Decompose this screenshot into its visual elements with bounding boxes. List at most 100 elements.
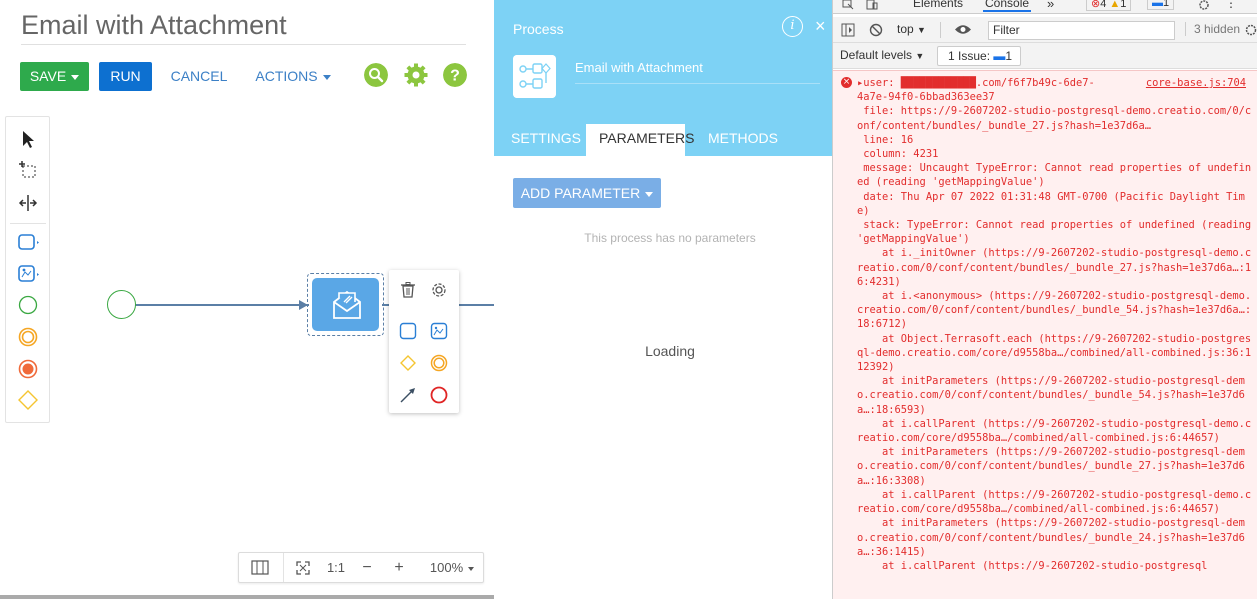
- send-email-task[interactable]: [307, 273, 384, 336]
- end-event-shape-icon[interactable]: [429, 385, 449, 405]
- eye-icon[interactable]: [954, 23, 972, 36]
- start-event[interactable]: [107, 290, 136, 319]
- error-icon: ×: [841, 77, 852, 88]
- info-counter[interactable]: ▬1: [1147, 0, 1175, 10]
- stack-frame[interactable]: at i.callParent (https://9-2607202-studi…: [857, 488, 1252, 516]
- warning-icon: ▲: [1109, 0, 1121, 10]
- toolbox-divider: [10, 223, 46, 224]
- subprocess-shape-icon[interactable]: [429, 321, 449, 341]
- tab-parameters[interactable]: PARAMETERS: [599, 130, 694, 156]
- pointer-tool-icon[interactable]: [16, 127, 40, 151]
- more-tabs-icon[interactable]: »: [1047, 0, 1054, 11]
- zoom-level-select[interactable]: 100%: [425, 553, 479, 582]
- stack-frame[interactable]: at Object.Terrasoft.each (https://9-2607…: [857, 332, 1252, 375]
- cancel-button[interactable]: CANCEL: [166, 62, 232, 91]
- console-line: 4a7e-94f0-6bbad363ee37: [857, 91, 995, 104]
- tab-elements[interactable]: Elements: [913, 0, 963, 10]
- console-line: date: Thu Apr 07 2022 01:31:48 GMT-0700 …: [857, 190, 1245, 217]
- log-levels-value: Default levels: [840, 48, 913, 62]
- sequence-flow[interactable]: [134, 304, 309, 306]
- chevron-down-icon: [468, 566, 475, 571]
- end-event-tool-icon[interactable]: [16, 357, 40, 381]
- empty-parameters-text: This process has no parameters: [584, 231, 756, 245]
- add-parameter-label: ADD PARAMETER: [520, 185, 641, 201]
- panel-header: Process i × Email with Attachment SETTIN…: [494, 0, 832, 156]
- stack-frame[interactable]: at i._initOwner (https://9-2607202-studi…: [857, 246, 1252, 289]
- gear-icon[interactable]: [1198, 0, 1210, 10]
- run-button[interactable]: RUN: [99, 62, 152, 91]
- map-icon[interactable]: [251, 560, 269, 575]
- log-levels-select[interactable]: Default levels ▼: [840, 48, 924, 62]
- add-parameter-button[interactable]: ADD PARAMETER: [513, 178, 661, 208]
- clear-console-icon[interactable]: [869, 23, 883, 37]
- process-name-value[interactable]: Email with Attachment: [575, 60, 703, 75]
- help-icon[interactable]: ?: [443, 63, 467, 87]
- horizontal-scrollbar[interactable]: [0, 595, 494, 599]
- process-icon: [513, 55, 556, 98]
- console-toolbar-secondary: Default levels ▼ 1 Issue: ▬1: [833, 43, 1257, 69]
- kebab-menu-icon[interactable]: ⋮: [1225, 0, 1237, 10]
- intermediate-event-tool-icon[interactable]: [16, 325, 40, 349]
- fit-screen-icon[interactable]: [296, 561, 310, 575]
- error-icon: ⊗: [1091, 0, 1101, 10]
- app-window: Email with Attachment SAVE RUN CANCEL AC…: [0, 0, 1257, 599]
- loading-indicator: Loading: [645, 343, 695, 359]
- zoom-out-button[interactable]: −: [357, 553, 377, 582]
- close-icon[interactable]: ×: [815, 16, 826, 36]
- task-tool-icon[interactable]: [16, 230, 40, 254]
- start-event-tool-icon[interactable]: [16, 293, 40, 317]
- actions-button[interactable]: ACTIONS: [252, 62, 334, 91]
- stack-frame[interactable]: at i.callParent (https://9-2607202-studi…: [857, 559, 1252, 573]
- process-properties-panel: Process i × Email with Attachment SETTIN…: [494, 0, 832, 599]
- panel-title: Process: [513, 21, 564, 37]
- filter-input[interactable]: Filter: [988, 21, 1175, 40]
- trash-icon[interactable]: [398, 280, 418, 300]
- device-toggle-icon[interactable]: [866, 0, 878, 10]
- save-button[interactable]: SAVE: [20, 62, 89, 91]
- connector-arrow-icon[interactable]: [398, 385, 418, 405]
- chevron-down-icon: [645, 191, 654, 197]
- space-tool-icon[interactable]: [16, 191, 40, 215]
- settings-icon[interactable]: [429, 280, 449, 300]
- element-toolbox: [5, 116, 50, 423]
- tab-settings[interactable]: SETTINGS: [511, 130, 581, 156]
- issues-button[interactable]: 1 Issue: ▬1: [937, 46, 1021, 66]
- console-line: message: Uncaught TypeError: Cannot read…: [857, 162, 1252, 189]
- email-attachment-icon: [333, 290, 361, 319]
- zoom-toolbar: 1:1 − + 100%: [238, 552, 484, 583]
- actual-size-button[interactable]: 1:1: [323, 553, 349, 582]
- task-shape-icon[interactable]: [398, 321, 418, 341]
- stack-frame[interactable]: at initParameters (https://9-2607202-stu…: [857, 445, 1252, 488]
- error-count: 4: [1100, 0, 1107, 10]
- console-line: line: 16: [857, 133, 914, 146]
- issue-counters[interactable]: ⊗4 ▲1: [1086, 0, 1132, 11]
- gateway-tool-icon[interactable]: [16, 388, 40, 412]
- zoom-in-button[interactable]: +: [389, 553, 409, 582]
- console-line: stack: TypeError: Cannot read properties…: [857, 219, 1257, 246]
- subprocess-tool-icon[interactable]: [16, 262, 40, 286]
- stack-frame[interactable]: at i.<anonymous> (https://9-2607202-stud…: [857, 289, 1252, 332]
- tab-methods[interactable]: METHODS: [708, 130, 778, 156]
- sidebar-toggle-icon[interactable]: [841, 23, 855, 37]
- actions-label: ACTIONS: [255, 68, 318, 84]
- inspect-icon[interactable]: [842, 0, 854, 10]
- gear-icon[interactable]: [404, 63, 428, 87]
- lasso-tool-icon[interactable]: [16, 159, 40, 183]
- toolbar-divider: [283, 553, 284, 582]
- gateway-shape-icon[interactable]: [398, 353, 418, 373]
- stack-frame[interactable]: at initParameters (https://9-2607202-stu…: [857, 374, 1252, 417]
- search-icon[interactable]: [364, 63, 388, 87]
- tab-console[interactable]: Console: [983, 0, 1032, 12]
- console-settings-icon[interactable]: [1245, 24, 1257, 36]
- intermediate-event-shape-icon[interactable]: [429, 353, 449, 373]
- context-select[interactable]: top ▼: [897, 22, 941, 38]
- console-line[interactable]: file: https://9-2607202-studio-postgresq…: [857, 104, 1252, 132]
- info-icon[interactable]: i: [782, 16, 803, 37]
- stack-frame[interactable]: at i.callParent (https://9-2607202-studi…: [857, 417, 1252, 445]
- source-link[interactable]: core-base.js:704: [1146, 76, 1246, 90]
- devtools-panel: Elements Console » ⊗4 ▲1 ▬1 ⋮ top ▼ Filt…: [832, 0, 1257, 599]
- stack-frame[interactable]: at initParameters (https://9-2607202-stu…: [857, 516, 1252, 559]
- process-designer: Email with Attachment SAVE RUN CANCEL AC…: [0, 0, 494, 599]
- warning-count: 1: [1120, 0, 1127, 10]
- send-email-task-body: [312, 278, 379, 331]
